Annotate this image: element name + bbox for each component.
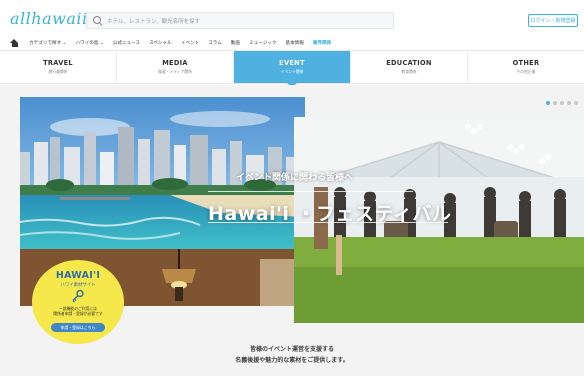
home-icon[interactable]: [10, 38, 19, 47]
tab-other[interactable]: OTHER その他企業: [468, 51, 584, 83]
menu-item-event[interactable]: イベント: [181, 40, 199, 46]
hero-divider: [208, 191, 413, 192]
apply-register-button[interactable]: 申請・登録はこちら: [51, 323, 105, 332]
tab-label: OTHER: [512, 59, 540, 67]
badge-title: HAWAI'I: [55, 270, 101, 281]
intro-copy: 皆様のイベント運営を支援する 名義後援や魅力的な素材をご提供します。: [0, 344, 584, 366]
hero-subtitle: イベント関係に関わる皆様へ: [236, 173, 354, 183]
tab-travel[interactable]: TRAVEL 旅行業関係: [0, 51, 117, 83]
menu-item-islands[interactable]: ハワイの島 ⌄: [75, 40, 103, 46]
material-site-badge[interactable]: HAWAI'I ハワイ素材サイト 一部機能のご利用には 関係者申請・登録が必要で…: [32, 260, 124, 344]
tab-label: TRAVEL: [43, 59, 73, 67]
menu-item-industry[interactable]: 業界関係: [313, 40, 331, 46]
tab-sublabel: イベント関係: [280, 69, 304, 74]
search-placeholder: ホテル、レストラン、観光名所を探す: [107, 18, 201, 25]
carousel-dot[interactable]: [574, 101, 578, 105]
tab-sublabel: その他企業: [516, 69, 536, 74]
menu-item-basic-info[interactable]: 基本情報: [285, 40, 303, 46]
tab-media[interactable]: MEDIA 報道・メディア関係: [117, 51, 234, 83]
badge-subtitle: ハワイ素材サイト: [60, 283, 96, 288]
menu-item-music[interactable]: ミュージック: [249, 40, 276, 46]
login-button[interactable]: ログイン・新規登録: [528, 14, 578, 27]
tab-label: MEDIA: [162, 59, 188, 67]
carousel-dot[interactable]: [553, 101, 557, 105]
menu-item-column[interactable]: コラム: [208, 40, 222, 46]
search-input[interactable]: ホテル、レストラン、観光名所を探す: [86, 12, 394, 29]
badge-note: 一部機能のご利用には 関係者申請・登録が必要です: [32, 306, 124, 316]
carousel-dot[interactable]: [560, 101, 564, 105]
main-menu: カテゴリで探す ⌄ ハワイの島 ⌄ 公式ニュース スペシャル イベント コラム …: [0, 36, 584, 49]
carousel-dot[interactable]: [567, 101, 571, 105]
hero-divider: [208, 222, 448, 223]
category-tabs: TRAVEL 旅行業関係 MEDIA 報道・メディア関係 EVENT イベント関…: [0, 50, 584, 88]
key-icon: [72, 289, 84, 303]
tab-label: EVENT: [279, 59, 305, 67]
menu-item-category[interactable]: カテゴリで探す ⌄: [29, 40, 66, 46]
badge-note-line: 関係者申請・登録が必要です: [53, 311, 103, 316]
menu-item-video[interactable]: 動画: [231, 40, 240, 46]
menu-item-special[interactable]: スペシャル: [149, 40, 172, 46]
carousel-indicator: [546, 101, 578, 105]
tab-sublabel: 報道・メディア関係: [158, 69, 192, 74]
search-icon: [93, 16, 102, 25]
site-header: allhawaii ホテル、レストラン、観光名所を探す ログイン・新規登録: [0, 0, 584, 36]
intro-copy-line: 皆様のイベント運営を支援する: [249, 346, 334, 353]
intro-copy-line: 名義後援や魅力的な素材をご提供します。: [235, 357, 349, 364]
tab-event[interactable]: EVENT イベント関係: [234, 51, 351, 88]
tab-education[interactable]: EDUCATION 教育関係: [351, 51, 468, 83]
tab-label: EDUCATION: [386, 59, 432, 67]
carousel-dot[interactable]: [546, 101, 550, 105]
tab-sublabel: 旅行業関係: [48, 69, 68, 74]
site-logo[interactable]: allhawaii: [10, 9, 88, 28]
menu-item-news[interactable]: 公式ニュース: [113, 40, 140, 46]
tab-sublabel: 教育関係: [401, 69, 417, 74]
